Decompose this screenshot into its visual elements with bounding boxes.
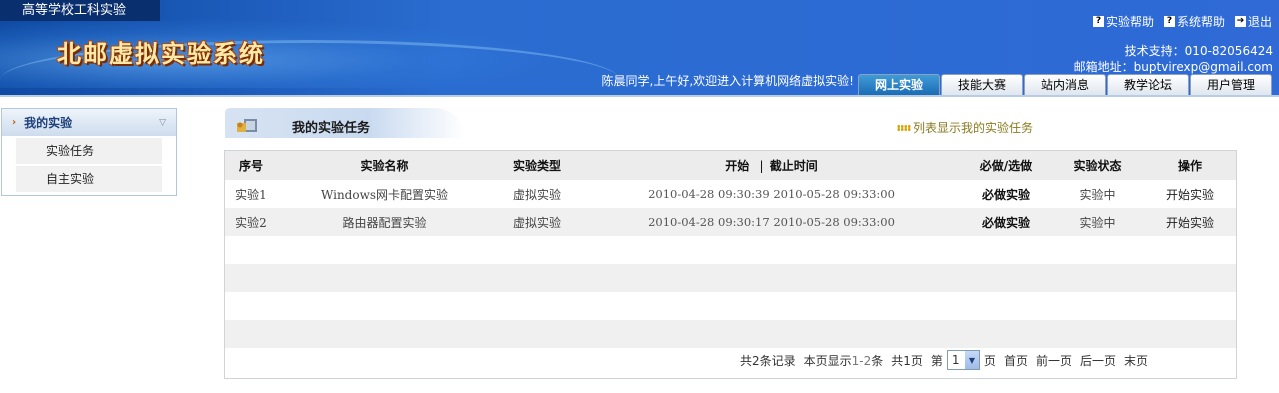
tab-teaching-forum[interactable]: 教学论坛 xyxy=(1107,74,1189,95)
task-folder-icon xyxy=(237,119,257,132)
sidebar-title: 我的实验 xyxy=(24,116,73,130)
empty-table-row xyxy=(225,264,1236,292)
row-time: 2010-04-28 09:30:39 2010-05-28 09:33:00 xyxy=(648,187,895,201)
task-table-panel: 序号 实验名称 实验类型 开始 | 截止时间 必做/选做 实验状态 操作 实验1… xyxy=(224,150,1237,379)
col-type-header: 实验类型 xyxy=(512,159,561,173)
grid-dots-icon xyxy=(897,124,911,131)
showing-prefix: 本页显示 xyxy=(803,353,852,368)
start-experiment-link[interactable]: 开始实验 xyxy=(1144,208,1236,236)
empty-table-row xyxy=(225,292,1236,320)
next-page-link[interactable]: 后一页 xyxy=(1080,352,1116,369)
main-nav-tabs: 网上实验 技能大赛 站内消息 教学论坛 用户管理 xyxy=(858,74,1272,95)
experiment-help-link[interactable]: ? 实验帮助 xyxy=(1092,13,1154,30)
top-links: ? 实验帮助 ? 系统帮助 ➔ 退出 xyxy=(1092,13,1272,30)
page-select-value: 1 xyxy=(951,353,960,367)
col-required-header: 必做/选做 xyxy=(979,159,1033,173)
tab-skills-contest[interactable]: 技能大赛 xyxy=(941,74,1023,95)
showing-suffix: 条 xyxy=(871,353,884,368)
header-banner: 高等学校工科实验 北邮虚拟实验系统 ? 实验帮助 ? 系统帮助 ➔ 退出 技术支… xyxy=(0,0,1279,95)
sidebar-item-tasks[interactable]: 实验任务 xyxy=(16,138,162,164)
logout-label: 退出 xyxy=(1247,15,1272,29)
tab-user-management[interactable]: 用户管理 xyxy=(1190,74,1272,95)
col-name-header: 实验名称 xyxy=(360,159,409,173)
collapse-icon[interactable]: ▽ xyxy=(159,118,166,128)
row-type: 虚拟实验 xyxy=(512,215,561,230)
showing-range-value: 1-2 xyxy=(851,353,872,368)
email-address-text: 邮箱地址：buptvirexp@gmail.com xyxy=(1073,60,1273,74)
row-name: 路由器配置实验 xyxy=(342,215,427,230)
first-page-link[interactable]: 首页 xyxy=(1004,352,1028,369)
exit-icon: ➔ xyxy=(1234,16,1246,27)
system-logo-title: 北邮虚拟实验系统 xyxy=(57,39,265,68)
help-icon: ? xyxy=(1092,16,1104,27)
experiment-help-label: 实验帮助 xyxy=(1105,15,1154,29)
col-action-header: 操作 xyxy=(1177,159,1202,173)
table-row: 实验1 Windows网卡配置实验 虚拟实验 2010-04-28 09:30:… xyxy=(225,180,1236,208)
pagination: 共2条记录 本页显示1-2条 共1页 第 1 ▼ 页 首页 前一页 后一页 末页 xyxy=(740,350,1148,370)
page-suffix: 页 xyxy=(983,353,996,368)
col-start-header: 开始 xyxy=(725,159,750,173)
row-status: 实验中 xyxy=(1079,215,1116,230)
table-row: 实验2 路由器配置实验 虚拟实验 2010-04-28 09:30:17 201… xyxy=(225,208,1236,236)
empty-table-row xyxy=(225,320,1236,348)
row-time: 2010-04-28 09:30:17 2010-05-28 09:33:00 xyxy=(648,215,895,229)
sidebar-item-self-experiment[interactable]: 自主实验 xyxy=(16,166,162,192)
system-help-label: 系统帮助 xyxy=(1176,15,1225,29)
sidebar: › 我的实验 ▽ 实验任务 自主实验 xyxy=(1,108,177,196)
row-required: 必做实验 xyxy=(981,215,1030,230)
tab-online-experiment[interactable]: 网上实验 xyxy=(858,74,940,95)
help-icon: ? xyxy=(1163,16,1175,27)
school-title: 高等学校工科实验 xyxy=(0,0,160,21)
row-type: 虚拟实验 xyxy=(512,187,561,202)
task-table: 序号 实验名称 实验类型 开始 | 截止时间 必做/选做 实验状态 操作 实验1… xyxy=(225,151,1236,348)
last-page-link[interactable]: 末页 xyxy=(1124,352,1148,369)
row-index: 实验2 xyxy=(235,215,267,230)
page-prefix: 第 xyxy=(930,353,943,368)
logout-link[interactable]: ➔ 退出 xyxy=(1234,13,1272,30)
tab-site-messages[interactable]: 站内消息 xyxy=(1024,74,1106,95)
header-divider xyxy=(0,95,1279,97)
total-pages: 共1页 xyxy=(891,353,923,368)
chevron-right-icon: › xyxy=(12,117,17,128)
list-view-link[interactable]: 列表显示我的实验任务 xyxy=(897,119,1033,136)
col-index-header: 序号 xyxy=(238,159,263,173)
row-index: 实验1 xyxy=(235,187,267,202)
tech-support-text: 技术支持：010-82056424 xyxy=(1124,44,1273,58)
row-status: 实验中 xyxy=(1079,187,1116,202)
row-required: 必做实验 xyxy=(981,187,1030,202)
row-name: Windows网卡配置实验 xyxy=(320,187,449,202)
col-time-separator: | xyxy=(759,159,764,173)
total-records: 共2条记录 xyxy=(739,353,796,368)
chevron-down-icon: ▼ xyxy=(964,351,979,369)
col-time-header: 开始 | 截止时间 xyxy=(582,151,961,180)
welcome-message: 陈晨同学,上午好,欢迎进入计算机网络虚拟实验! xyxy=(601,74,854,88)
page-select[interactable]: 1 ▼ xyxy=(946,350,980,370)
col-status-header: 实验状态 xyxy=(1073,159,1122,173)
page-title: 我的实验任务 xyxy=(292,121,371,136)
start-experiment-link[interactable]: 开始实验 xyxy=(1144,180,1236,208)
sidebar-header[interactable]: › 我的实验 ▽ xyxy=(2,109,176,136)
col-end-header: 截止时间 xyxy=(769,159,818,173)
system-help-link[interactable]: ? 系统帮助 xyxy=(1163,13,1225,30)
prev-page-link[interactable]: 前一页 xyxy=(1036,352,1072,369)
table-header-row: 序号 实验名称 实验类型 开始 | 截止时间 必做/选做 实验状态 操作 xyxy=(225,151,1236,180)
showing-range: 本页显示1-2条 xyxy=(804,352,884,369)
empty-table-row xyxy=(225,236,1236,264)
list-view-label: 列表显示我的实验任务 xyxy=(913,121,1034,135)
